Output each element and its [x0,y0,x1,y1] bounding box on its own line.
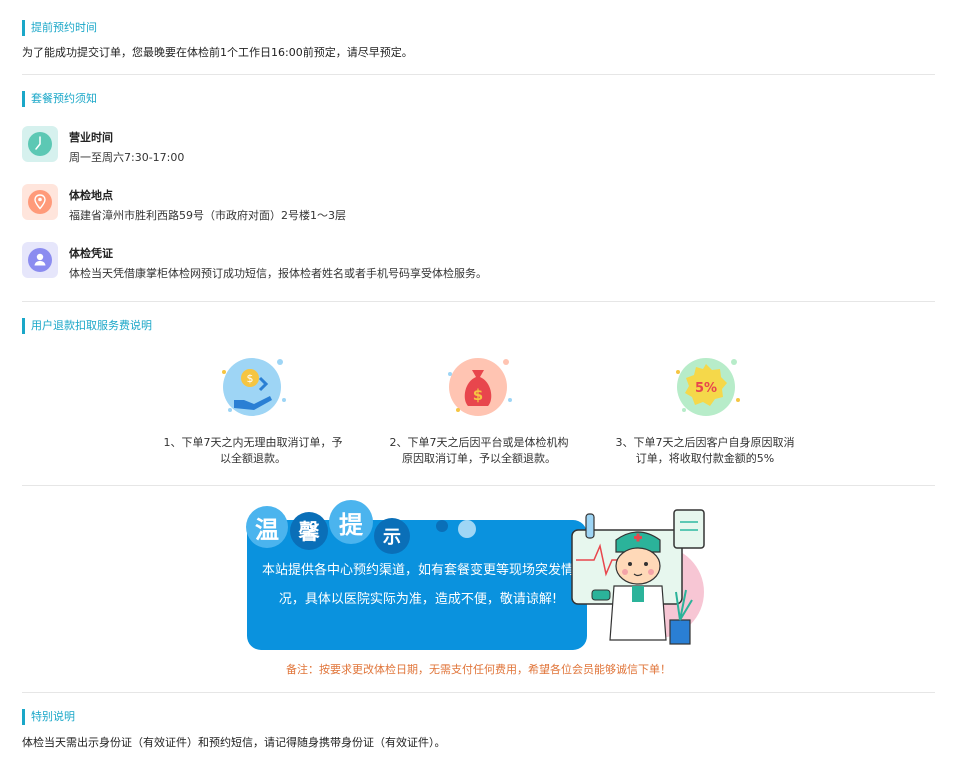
notice-item-hours: 营业时间 周一至周六7:30-17:00 [22,126,922,166]
tip-char: 示 [374,518,410,554]
notice-title: 营业时间 [69,131,113,144]
notice-item-voucher: 体检凭证 体检当天凭借康掌柜体检网预订成功短信，报体检者姓名或者手机号码享受体检… [22,242,922,282]
divider [22,301,935,302]
section-title-notice: 套餐预约须知 [22,91,97,107]
tip-char: 馨 [290,512,328,550]
warm-tip-line: 况，具体以医院实际为准，造成不便，敬请谅解! [278,592,558,607]
divider [22,692,935,693]
remark-text: 备注：按要求更改体检日期，无需支付任何费用，希望各位会员能够诚信下单！ [286,663,671,676]
coin-refund-icon: $ [216,350,290,420]
divider [22,74,935,75]
refund-rule-line: 1、下单7天之内无理由取消订单，予 [163,436,343,449]
location-pin-icon [22,184,58,220]
notice-desc: 福建省漳州市胜利西路59号（市政府对面）2号楼1～3层 [69,209,346,222]
clock-icon [22,126,58,162]
notice-title: 体检地点 [69,189,113,202]
refund-rule-2: 2、下单7天之后因平台或是体检机构 原因取消订单，予以全额退款。 [379,435,579,467]
svg-text:$: $ [473,386,483,404]
notice-item-location: 体检地点 福建省漳州市胜利西路59号（市政府对面）2号楼1～3层 [22,184,922,224]
warm-tip-text: 本站提供各中心预约渠道，如有套餐变更等现场突发情 况，具体以医院实际为准，造成不… [258,556,578,614]
five-percent-icon: 5% [670,350,744,420]
section-title-special: 特别说明 [22,709,75,725]
refund-rule-line: 订单，将收取付款金额的5% [635,452,775,465]
doctor-illustration [566,500,716,650]
tip-char: 温 [246,506,288,548]
money-bag-icon: $ [442,350,516,420]
advance-booking-text: 为了能成功提交订单，您最晚要在体检前1个工作日16:00前预定，请尽早预定。 [22,46,413,59]
tip-char: 提 [329,500,373,544]
refund-rule-line: 原因取消订单，予以全额退款。 [402,452,556,465]
refund-rule-line: 3、下单7天之后因客户自身原因取消 [615,436,795,449]
decor-dot [436,520,448,532]
svg-text:5%: 5% [695,381,717,396]
notice-desc: 周一至周六7:30-17:00 [69,151,185,164]
special-note-text: 体检当天需出示身份证（有效证件）和预约短信，请记得随身携带身份证（有效证件）。 [22,736,446,749]
user-icon [22,242,58,278]
section-title-refund: 用户退款扣取服务费说明 [22,318,152,334]
refund-rule-line: 以全额退款。 [220,452,286,465]
section-title-advance: 提前预约时间 [22,20,97,36]
notice-desc: 体检当天凭借康掌柜体检网预订成功短信，报体检者姓名或者手机号码享受体检服务。 [69,267,487,280]
refund-rule-line: 2、下单7天之后因平台或是体检机构 [389,436,569,449]
refund-rule-3: 3、下单7天之后因客户自身原因取消 订单，将收取付款金额的5% [605,435,805,467]
notice-title: 体检凭证 [69,247,113,260]
divider [22,485,935,486]
warm-tip-line: 本站提供各中心预约渠道，如有套餐变更等现场突发情 [261,563,574,578]
decor-dot [458,520,476,538]
svg-text:$: $ [247,372,254,385]
refund-rule-1: 1、下单7天之内无理由取消订单，予 以全额退款。 [153,435,353,467]
